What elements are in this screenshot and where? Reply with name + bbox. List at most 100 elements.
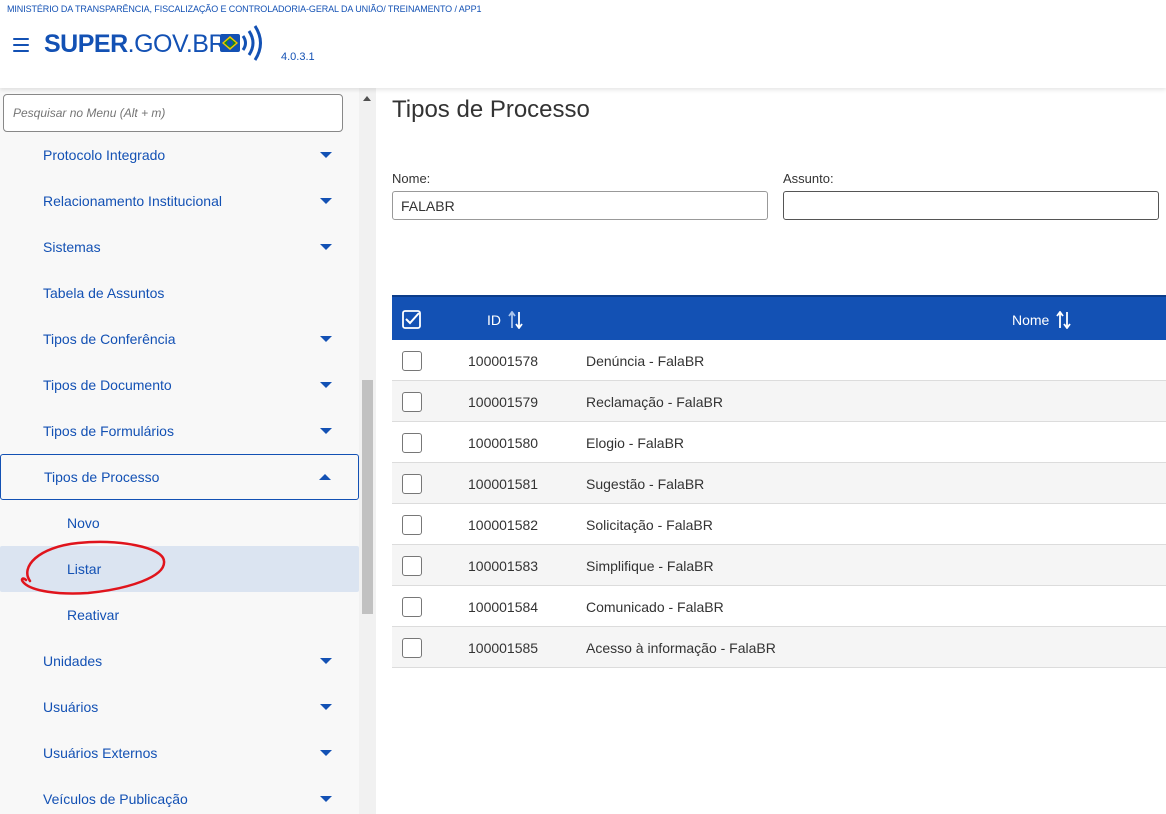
table-row[interactable]: 100001582 Solicitação - FalaBR: [392, 504, 1166, 545]
caret-down-icon[interactable]: [320, 750, 332, 756]
row-checkbox[interactable]: [402, 556, 422, 576]
column-header-id[interactable]: ID: [487, 310, 524, 329]
sidebar-item-label: Usuários Externos: [43, 745, 158, 761]
sidebar-item-tipos-de-documento[interactable]: Tipos de Documento: [0, 362, 359, 408]
caret-down-icon[interactable]: [320, 704, 332, 710]
app-logo[interactable]: SUPER.GOV.BR: [44, 30, 227, 59]
sidebar-scrollbar[interactable]: [359, 88, 376, 814]
table-row[interactable]: 100001584 Comunicado - FalaBR: [392, 586, 1166, 627]
sidebar-item-label: Veículos de Publicação: [43, 791, 188, 807]
sidebar-item-usuarios-externos[interactable]: Usuários Externos: [0, 730, 359, 776]
table-row[interactable]: 100001578 Denúncia - FalaBR: [392, 340, 1166, 381]
sidebar-menu: Protocolo Integrado Relacionamento Instit…: [0, 88, 376, 814]
sidebar-item-label: Tipos de Conferência: [43, 331, 176, 347]
row-checkbox[interactable]: [402, 638, 422, 658]
scrollbar-thumb[interactable]: [362, 380, 373, 614]
caret-down-icon[interactable]: [320, 152, 332, 158]
sidebar-item-reativar[interactable]: Reativar: [0, 592, 359, 638]
sidebar-item-label: Tabela de Assuntos: [43, 285, 165, 301]
caret-down-icon[interactable]: [320, 796, 332, 802]
cell-nome[interactable]: Comunicado - FalaBR: [586, 599, 724, 615]
sidebar-item-listar[interactable]: Listar: [0, 546, 359, 592]
sidebar-item-tipos-de-conferencia[interactable]: Tipos de Conferência: [0, 316, 359, 362]
assunto-label: Assunto:: [783, 171, 834, 186]
menu-search-input[interactable]: [3, 94, 343, 132]
caret-down-icon[interactable]: [320, 198, 332, 204]
cell-id: 100001579: [468, 394, 539, 410]
cell-id: 100001583: [468, 558, 539, 574]
sidebar-item-label: Unidades: [43, 653, 103, 669]
sidebar-item-tipos-de-formularios[interactable]: Tipos de Formulários: [0, 408, 359, 454]
logo-bold-text: SUPER: [44, 30, 128, 58]
row-checkbox[interactable]: [402, 433, 422, 453]
assunto-input[interactable]: [783, 191, 1159, 220]
row-checkbox[interactable]: [402, 597, 422, 617]
page-title: Tipos de Processo: [392, 96, 590, 123]
cell-id: 100001582: [468, 517, 539, 533]
sidebar-item-label: Novo: [67, 515, 100, 531]
row-checkbox[interactable]: [402, 515, 422, 535]
row-checkbox[interactable]: [402, 474, 422, 494]
logo-domain-text: .GOV.BR: [127, 30, 227, 58]
table-row[interactable]: 100001581 Sugestão - FalaBR: [392, 463, 1166, 504]
sidebar-item-label: Reativar: [67, 607, 120, 623]
column-header-id-label: ID: [487, 312, 501, 328]
app-version: 4.0.3.1: [281, 51, 315, 63]
cell-nome[interactable]: Elogio - FalaBR: [586, 435, 684, 451]
cell-id: 100001584: [468, 599, 539, 615]
sidebar-item-label: Listar: [67, 561, 102, 577]
caret-up-icon[interactable]: [319, 474, 331, 480]
sidebar-item-label: Tipos de Documento: [43, 377, 172, 393]
caret-down-icon[interactable]: [320, 428, 332, 434]
sidebar-item-novo[interactable]: Novo: [0, 500, 359, 546]
row-checkbox[interactable]: [402, 351, 422, 371]
sidebar-item-relacionamento-institucional[interactable]: Relacionamento Institucional: [0, 178, 359, 224]
table-row[interactable]: 100001580 Elogio - FalaBR: [392, 422, 1166, 463]
sidebar-item-veiculos-de-publicacao[interactable]: Veículos de Publicação: [0, 776, 359, 814]
cell-nome[interactable]: Reclamação - FalaBR: [586, 394, 723, 410]
sort-arrows-icon[interactable]: [507, 310, 524, 329]
caret-down-icon[interactable]: [320, 336, 332, 342]
cell-nome[interactable]: Sugestão - FalaBR: [586, 476, 704, 492]
cell-nome[interactable]: Solicitação - FalaBR: [586, 517, 713, 533]
sidebar-item-label: Sistemas: [43, 239, 101, 255]
sidebar-item-unidades[interactable]: Unidades: [0, 638, 359, 684]
sidebar-item-tabela-de-assuntos[interactable]: Tabela de Assuntos: [0, 270, 359, 316]
top-header: MINISTÉRIO DA TRANSPARÊNCIA, FISCALIZAÇÃ…: [0, 0, 1166, 88]
table-row[interactable]: 100001585 Acesso à informação - FalaBR: [392, 627, 1166, 668]
table-header: ID Nome: [392, 295, 1166, 340]
menu-list: Protocolo Integrado Relacionamento Instit…: [0, 132, 359, 814]
sidebar-item-tipos-de-processo[interactable]: Tipos de Processo: [0, 454, 359, 500]
sidebar-item-label: Usuários: [43, 699, 99, 715]
table-row[interactable]: 100001579 Reclamação - FalaBR: [392, 381, 1166, 422]
cell-id: 100001585: [468, 640, 539, 656]
column-header-nome[interactable]: Nome: [1012, 310, 1072, 329]
cell-id: 100001578: [468, 353, 539, 369]
sidebar-item-usuarios[interactable]: Usuários: [0, 684, 359, 730]
table-body: 100001578 Denúncia - FalaBR 100001579 Recla…: [392, 340, 1166, 668]
sidebar-item-label: Tipos de Formulários: [43, 423, 174, 439]
cell-nome[interactable]: Denúncia - FalaBR: [586, 353, 704, 369]
sidebar-item-label: Protocolo Integrado: [43, 147, 166, 163]
sidebar-item-label: Relacionamento Institucional: [43, 193, 222, 209]
menu-icon[interactable]: [13, 38, 29, 52]
caret-down-icon[interactable]: [320, 382, 332, 388]
nome-input[interactable]: [392, 191, 768, 220]
caret-down-icon[interactable]: [320, 658, 332, 664]
sort-arrows-icon[interactable]: [1055, 310, 1072, 329]
caret-down-icon[interactable]: [320, 244, 332, 250]
sidebar-item-protocolo-integrado[interactable]: Protocolo Integrado: [0, 132, 359, 178]
select-all-checkbox-icon[interactable]: [402, 310, 421, 329]
table-row[interactable]: 100001583 Simplifique - FalaBR: [392, 545, 1166, 586]
organization-breadcrumb: MINISTÉRIO DA TRANSPARÊNCIA, FISCALIZAÇÃ…: [7, 4, 482, 14]
cell-nome[interactable]: Simplifique - FalaBR: [586, 558, 714, 574]
nome-label: Nome:: [392, 171, 431, 186]
column-header-nome-label: Nome: [1012, 312, 1050, 328]
gov-flag-icon: [220, 25, 262, 61]
sidebar-item-label: Tipos de Processo: [44, 469, 160, 485]
sidebar-item-sistemas[interactable]: Sistemas: [0, 224, 359, 270]
row-checkbox[interactable]: [402, 392, 422, 412]
scroll-up-arrow-icon[interactable]: [363, 96, 371, 101]
cell-nome[interactable]: Acesso à informação - FalaBR: [586, 640, 776, 656]
main-content: Tipos de Processo Nome: Assunto: ID Nome: [376, 88, 1166, 814]
